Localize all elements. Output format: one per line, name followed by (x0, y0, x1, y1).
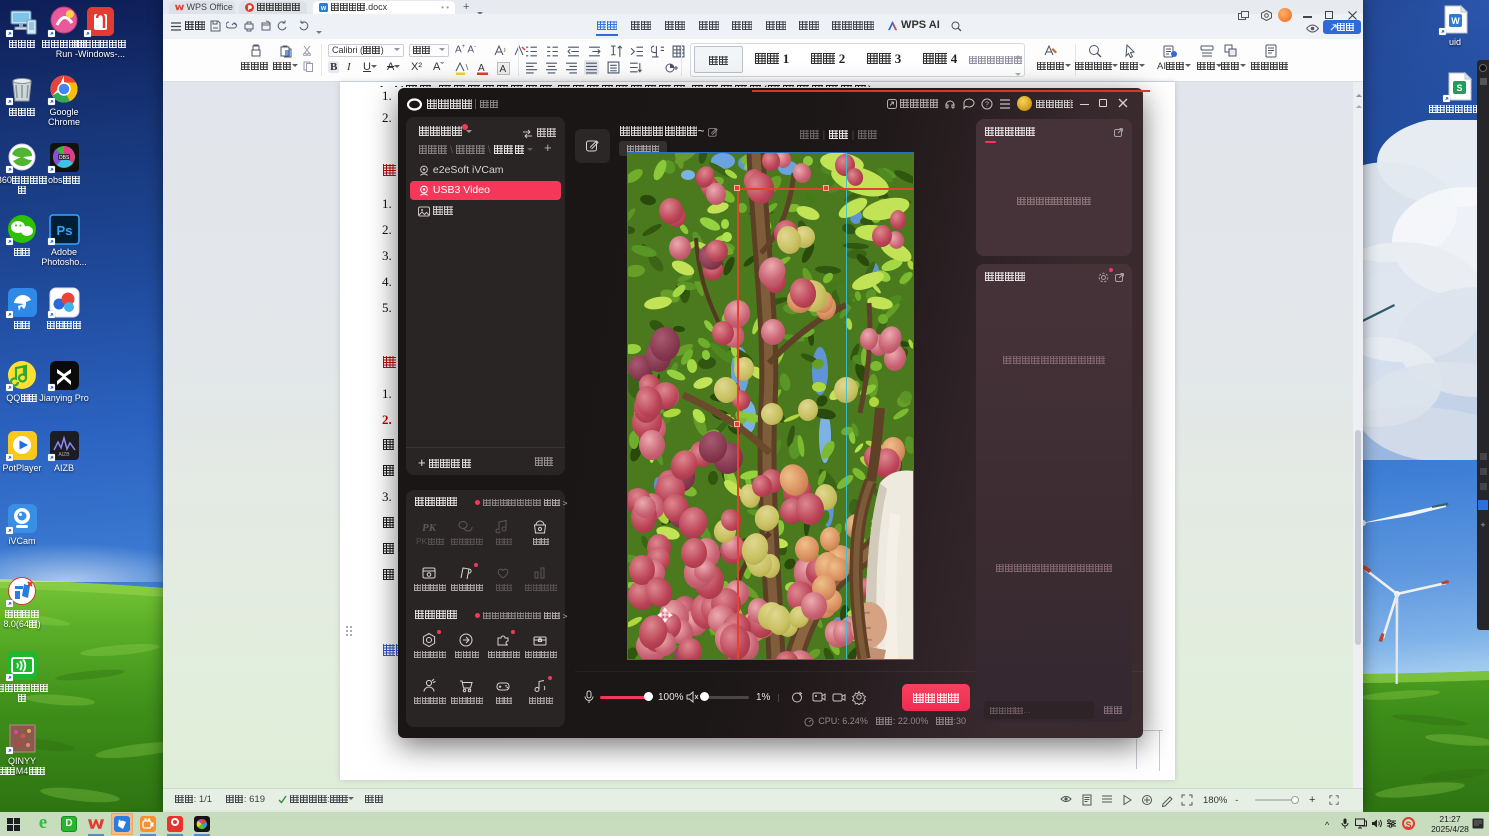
svg-text:A: A (478, 63, 485, 74)
svg-text:PK: PK (422, 522, 437, 534)
svg-text:S: S (1456, 83, 1462, 93)
svg-text:W: W (321, 6, 327, 12)
svg-text:A: A (500, 64, 507, 75)
svg-text:AIZB: AIZB (58, 452, 70, 458)
svg-text:OBS: OBS (58, 155, 69, 161)
svg-text:W: W (1451, 16, 1460, 26)
svg-text:?: ? (985, 102, 989, 109)
svg-text:Ps: Ps (56, 223, 72, 238)
